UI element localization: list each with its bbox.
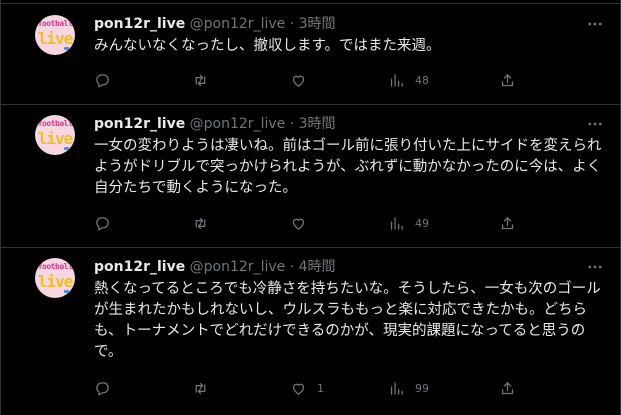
separator: · xyxy=(289,16,295,32)
tweet[interactable]: football live pon12r_live @pon12r_live ·… xyxy=(1,5,620,105)
tweet-text: みんないなくなったし、撤収します。ではまた来週。 xyxy=(94,38,441,54)
timestamp[interactable]: 3時間 xyxy=(299,116,336,132)
retweet-icon xyxy=(192,380,209,397)
tweet-text: 一女の変わりようは凄いね。前はゴール前に張り付いた上にサイドを変えられようがドリ… xyxy=(94,138,602,196)
avatar-text-main: live xyxy=(37,272,74,291)
views-count: 49 xyxy=(415,216,429,230)
reply-button[interactable] xyxy=(94,70,121,90)
reply-icon xyxy=(94,380,111,397)
avatar[interactable]: football live xyxy=(35,15,75,55)
share-button[interactable] xyxy=(499,378,516,398)
handle[interactable]: @pon12r_live xyxy=(190,259,286,275)
avatar[interactable]: football live xyxy=(35,258,75,298)
handle[interactable]: @pon12r_live xyxy=(190,16,286,32)
more-icon[interactable] xyxy=(586,115,604,133)
timeline: football live pon12r_live @pon12r_live ·… xyxy=(0,0,621,415)
reply-icon xyxy=(94,215,111,232)
share-icon xyxy=(499,215,516,232)
tweet-actions: 48 xyxy=(94,70,514,90)
tweet-header: pon12r_live @pon12r_live · 4時間 xyxy=(94,257,336,277)
avatar-text-top: football xyxy=(37,19,73,28)
avatar-dot xyxy=(64,290,69,293)
retweet-button[interactable] xyxy=(192,70,219,90)
like-button[interactable] xyxy=(290,70,317,90)
more-icon[interactable] xyxy=(586,258,604,276)
divider xyxy=(1,0,621,4)
like-count: 1 xyxy=(317,381,324,395)
tweet-text: 熱くなってるところでも冷静さを持ちたいな。そうしたら、一女も次のゴールが生まれた… xyxy=(94,281,601,360)
views-icon xyxy=(388,215,405,232)
views-icon xyxy=(388,72,405,89)
reply-button[interactable] xyxy=(94,378,121,398)
avatar-dot xyxy=(64,147,69,150)
timestamp[interactable]: 4時間 xyxy=(299,259,336,275)
heart-icon xyxy=(290,72,307,89)
views-count: 99 xyxy=(415,381,429,395)
handle[interactable]: @pon12r_live xyxy=(190,116,286,132)
more-icon[interactable] xyxy=(586,15,604,33)
share-button[interactable] xyxy=(499,213,516,233)
tweet[interactable]: football live pon12r_live @pon12r_live ·… xyxy=(1,105,620,248)
tweet-actions: 1 99 xyxy=(94,378,514,398)
separator: · xyxy=(289,116,295,132)
tweet-header: pon12r_live @pon12r_live · 3時間 xyxy=(94,114,336,134)
display-name[interactable]: pon12r_live xyxy=(94,116,185,132)
tweet-header: pon12r_live @pon12r_live · 3時間 xyxy=(94,14,336,34)
avatar-text-main: live xyxy=(37,129,74,148)
timestamp[interactable]: 3時間 xyxy=(299,16,336,32)
views-icon xyxy=(388,380,405,397)
avatar[interactable]: football live xyxy=(35,115,75,155)
avatar-text-main: live xyxy=(37,29,74,48)
retweet-button[interactable] xyxy=(192,378,219,398)
reply-button[interactable] xyxy=(94,213,121,233)
share-icon xyxy=(499,72,516,89)
views-button[interactable]: 99 xyxy=(388,378,429,398)
heart-icon xyxy=(290,215,307,232)
tweet-actions: 49 xyxy=(94,213,514,233)
views-count: 48 xyxy=(415,73,429,87)
share-button[interactable] xyxy=(499,70,516,90)
retweet-icon xyxy=(192,72,209,89)
views-button[interactable]: 49 xyxy=(388,213,429,233)
separator: · xyxy=(289,259,295,275)
display-name[interactable]: pon12r_live xyxy=(94,259,185,275)
like-button[interactable] xyxy=(290,213,317,233)
tweet[interactable]: football live pon12r_live @pon12r_live ·… xyxy=(1,248,620,415)
views-button[interactable]: 48 xyxy=(388,70,429,90)
like-button[interactable]: 1 xyxy=(290,378,324,398)
retweet-button[interactable] xyxy=(192,213,219,233)
retweet-icon xyxy=(192,215,209,232)
avatar-text-top: football xyxy=(37,119,73,128)
avatar-text-top: football xyxy=(37,262,73,271)
avatar-dot xyxy=(64,47,69,50)
share-icon xyxy=(499,380,516,397)
reply-icon xyxy=(94,72,111,89)
heart-icon xyxy=(290,380,307,397)
display-name[interactable]: pon12r_live xyxy=(94,16,185,32)
